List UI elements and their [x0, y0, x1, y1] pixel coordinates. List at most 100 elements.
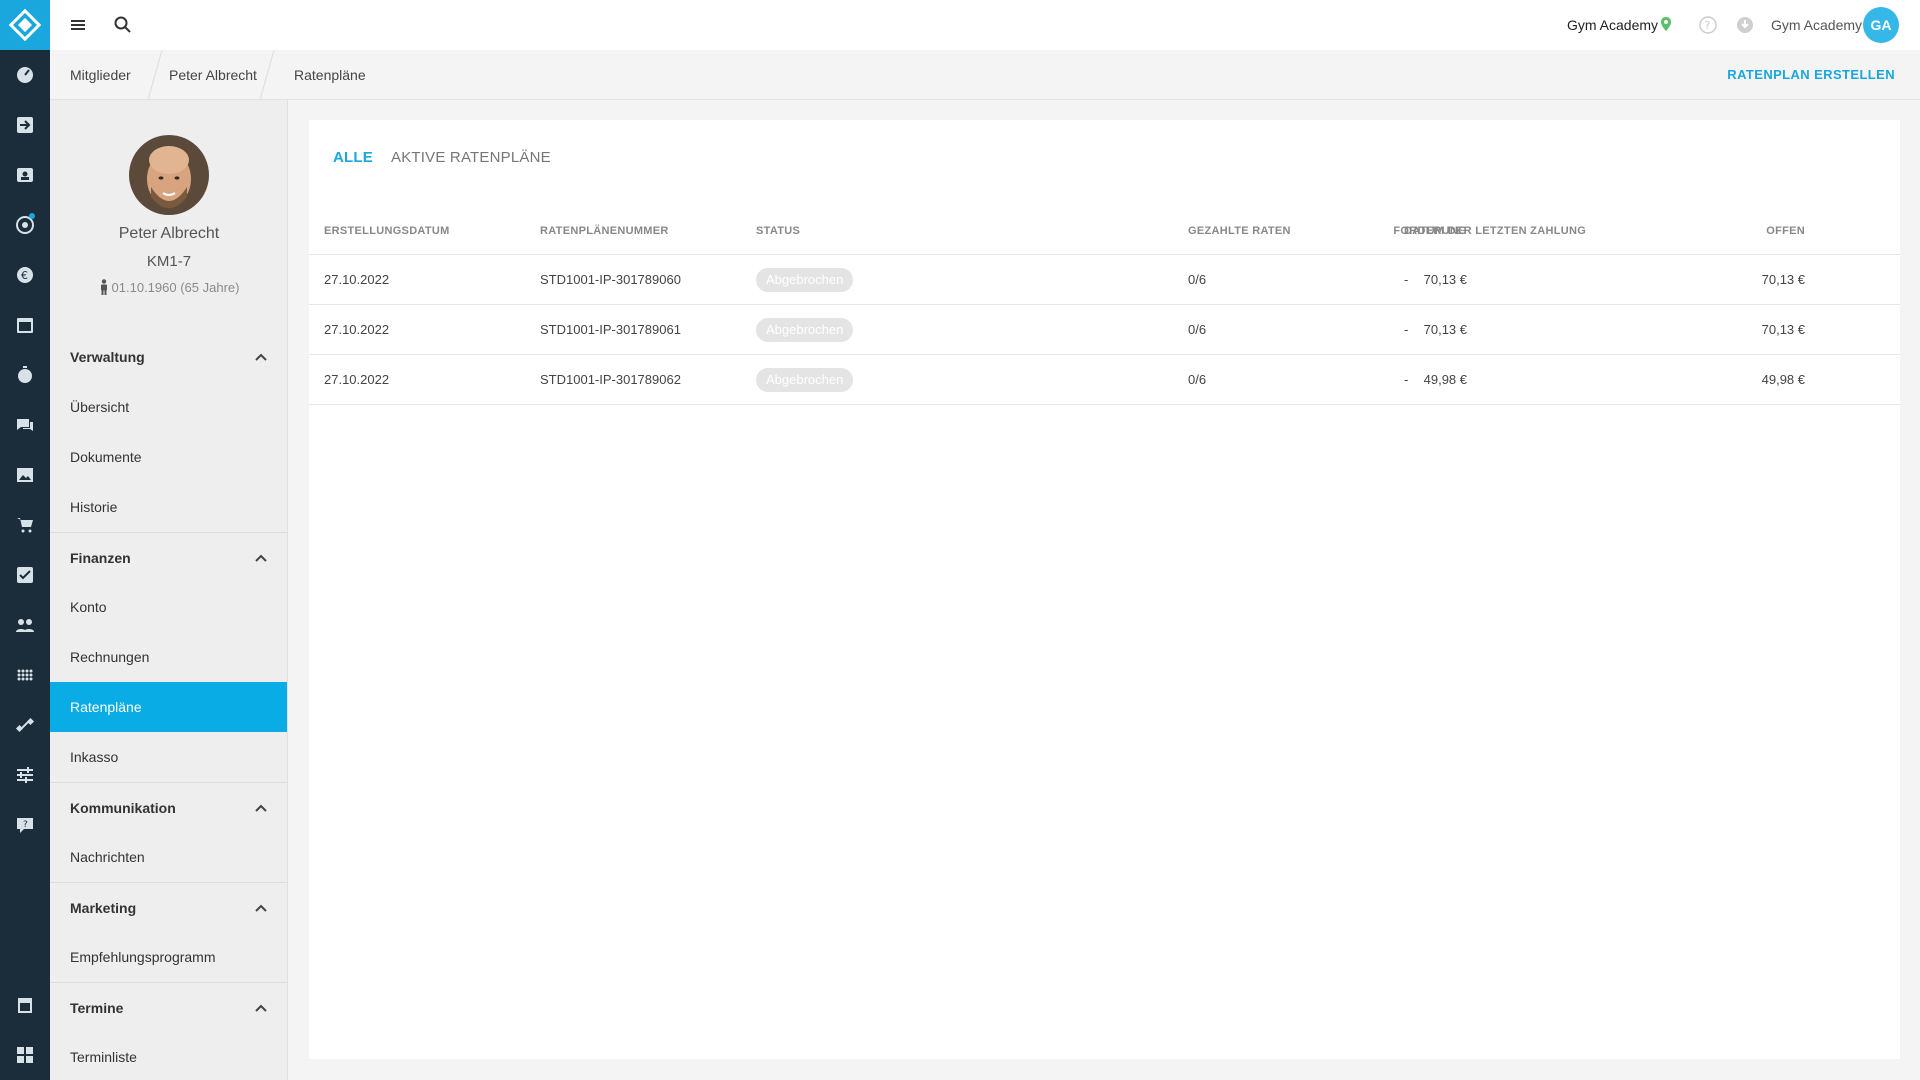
cell-paid-rates: 0/6: [1188, 272, 1207, 287]
chevron-up-icon: [255, 554, 267, 562]
nav-item-nachrichten[interactable]: Nachrichten: [50, 832, 287, 882]
cell-last-payment: -: [1404, 272, 1409, 287]
search-icon[interactable]: [112, 14, 134, 36]
apps-icon[interactable]: [0, 1035, 50, 1075]
download-icon[interactable]: [1735, 15, 1755, 35]
person-icon: [100, 279, 107, 295]
nav-item-rechnungen[interactable]: Rechnungen: [50, 632, 287, 682]
col-header-paid-rates[interactable]: GEZAHLTE RATEN: [1188, 225, 1291, 237]
member-avatar: [129, 135, 209, 215]
calendar-icon[interactable]: [0, 305, 50, 345]
nav-item-label: Dokumente: [70, 449, 142, 465]
location-pin-icon: [1661, 17, 1671, 31]
settings-sliders-icon[interactable]: [0, 755, 50, 795]
store-icon[interactable]: [0, 985, 50, 1025]
groups-icon[interactable]: [0, 605, 50, 645]
nav-item-label: Übersicht: [70, 399, 130, 415]
nav-item-label: Terminliste: [70, 1049, 137, 1065]
icon-rail: € ?: [0, 0, 50, 1080]
chevron-up-icon: [255, 904, 267, 912]
nav-item-konto[interactable]: Konto: [50, 582, 287, 632]
nav-item-label: Inkasso: [70, 749, 119, 765]
table-row[interactable]: 27.10.2022 STD1001-IP-301789062 Abgebroc…: [309, 355, 1900, 405]
help-icon[interactable]: ?: [1698, 15, 1718, 35]
col-header-number[interactable]: RATENPLÄNENUMMER: [540, 225, 669, 237]
studio-selector[interactable]: Gym Academy: [1567, 17, 1658, 33]
nav-item-ratenplaene[interactable]: Ratenpläne: [50, 682, 287, 732]
nav-item-dokumente[interactable]: Dokumente: [50, 432, 287, 482]
cell-last-payment: -: [1404, 372, 1409, 387]
member-id: KM1-7: [50, 253, 287, 270]
members-icon[interactable]: [0, 155, 50, 195]
breadcrumb: Mitglieder Peter Albrecht Ratenpläne RAT…: [50, 49, 1920, 101]
cell-paid-rates: 0/6: [1188, 322, 1207, 337]
shop-icon[interactable]: [0, 505, 50, 545]
cell-open: 70,13 €: [1761, 272, 1805, 287]
tasks-icon[interactable]: [0, 555, 50, 595]
menu-icon[interactable]: [67, 14, 89, 36]
image-icon[interactable]: [0, 455, 50, 495]
cell-claim: 70,13 €: [1423, 272, 1467, 287]
cell-paid-rates: 0/6: [1188, 372, 1207, 387]
cell-date: 27.10.2022: [324, 372, 390, 387]
installment-plans-table: ERSTELLUNGSDATUM RATENPLÄNENUMMER STATUS…: [309, 215, 1900, 405]
breadcrumb-members[interactable]: Mitglieder: [70, 67, 131, 83]
nav-group-kommunikation[interactable]: Kommunikation: [50, 782, 287, 832]
cell-number: STD1001-IP-301789061: [540, 322, 681, 337]
table-header: ERSTELLUNGSDATUM RATENPLÄNENUMMER STATUS…: [309, 215, 1900, 255]
nav-group-label: Verwaltung: [70, 349, 145, 365]
equipment-icon[interactable]: [0, 705, 50, 745]
nav-item-historie[interactable]: Historie: [50, 482, 287, 532]
svg-text:€: €: [21, 269, 28, 282]
checkin-icon[interactable]: [0, 105, 50, 145]
col-header-last-payment[interactable]: DATUM DER LETZTEN ZAHLUNG: [1404, 225, 1586, 237]
app-logo[interactable]: [0, 0, 50, 50]
create-installment-plan-button[interactable]: RATENPLAN ERSTELLEN: [1727, 67, 1895, 82]
cell-date: 27.10.2022: [324, 272, 390, 287]
breadcrumb-separator: [256, 49, 276, 101]
status-badge: Abgebrochen: [756, 318, 854, 342]
status-badge: Abgebrochen: [756, 368, 854, 392]
data-icon[interactable]: [0, 655, 50, 695]
col-header-date[interactable]: ERSTELLUNGSDATUM: [324, 225, 450, 237]
finance-icon[interactable]: €: [0, 255, 50, 295]
leads-icon[interactable]: [0, 205, 50, 245]
support-icon[interactable]: ?: [0, 805, 50, 845]
nav-group-termine[interactable]: Termine: [50, 982, 287, 1032]
nav-group-verwaltung[interactable]: Verwaltung: [50, 332, 287, 382]
nav-item-uebersicht[interactable]: Übersicht: [50, 382, 287, 432]
col-header-open[interactable]: OFFEN: [1766, 225, 1805, 237]
table-row[interactable]: 27.10.2022 STD1001-IP-301789060 Abgebroc…: [309, 255, 1900, 305]
svg-text:?: ?: [1705, 19, 1711, 32]
cell-last-payment: -: [1404, 322, 1409, 337]
chevron-up-icon: [255, 1004, 267, 1012]
nav-group-label: Marketing: [70, 900, 137, 916]
nav-item-inkasso[interactable]: Inkasso: [50, 732, 287, 782]
breadcrumb-separator: [144, 49, 164, 101]
nav-item-label: Nachrichten: [70, 849, 145, 865]
timer-icon[interactable]: [0, 355, 50, 395]
nav-group-label: Kommunikation: [70, 800, 176, 816]
dashboard-icon[interactable]: [0, 55, 50, 95]
table-row[interactable]: 27.10.2022 STD1001-IP-301789061 Abgebroc…: [309, 305, 1900, 355]
chevron-up-icon: [255, 804, 267, 812]
user-name[interactable]: Gym Academy: [1771, 17, 1862, 33]
cell-claim: 49,98 €: [1423, 372, 1467, 387]
status-badge: Abgebrochen: [756, 268, 854, 292]
chat-icon[interactable]: [0, 405, 50, 445]
nav-item-terminliste[interactable]: Terminliste: [50, 1032, 287, 1080]
nav-group-marketing[interactable]: Marketing: [50, 882, 287, 932]
cell-number: STD1001-IP-301789062: [540, 372, 681, 387]
logo-icon: [8, 8, 42, 42]
tab-alle[interactable]: ALLE: [333, 149, 373, 166]
member-dob-text: 01.10.1960 (65 Jahre): [111, 280, 240, 295]
nav-group-finanzen[interactable]: Finanzen: [50, 532, 287, 582]
nav-item-empfehlungsprogramm[interactable]: Empfehlungsprogramm: [50, 932, 287, 982]
breadcrumb-member-name[interactable]: Peter Albrecht: [169, 67, 257, 83]
nav-group-label: Termine: [70, 1000, 124, 1016]
tab-aktive-ratenplaene[interactable]: AKTIVE RATENPLÄNE: [391, 149, 551, 166]
user-avatar[interactable]: GA: [1863, 7, 1899, 43]
col-header-status[interactable]: STATUS: [756, 225, 800, 237]
cell-open: 70,13 €: [1761, 322, 1805, 337]
nav-item-label: Historie: [70, 499, 118, 515]
